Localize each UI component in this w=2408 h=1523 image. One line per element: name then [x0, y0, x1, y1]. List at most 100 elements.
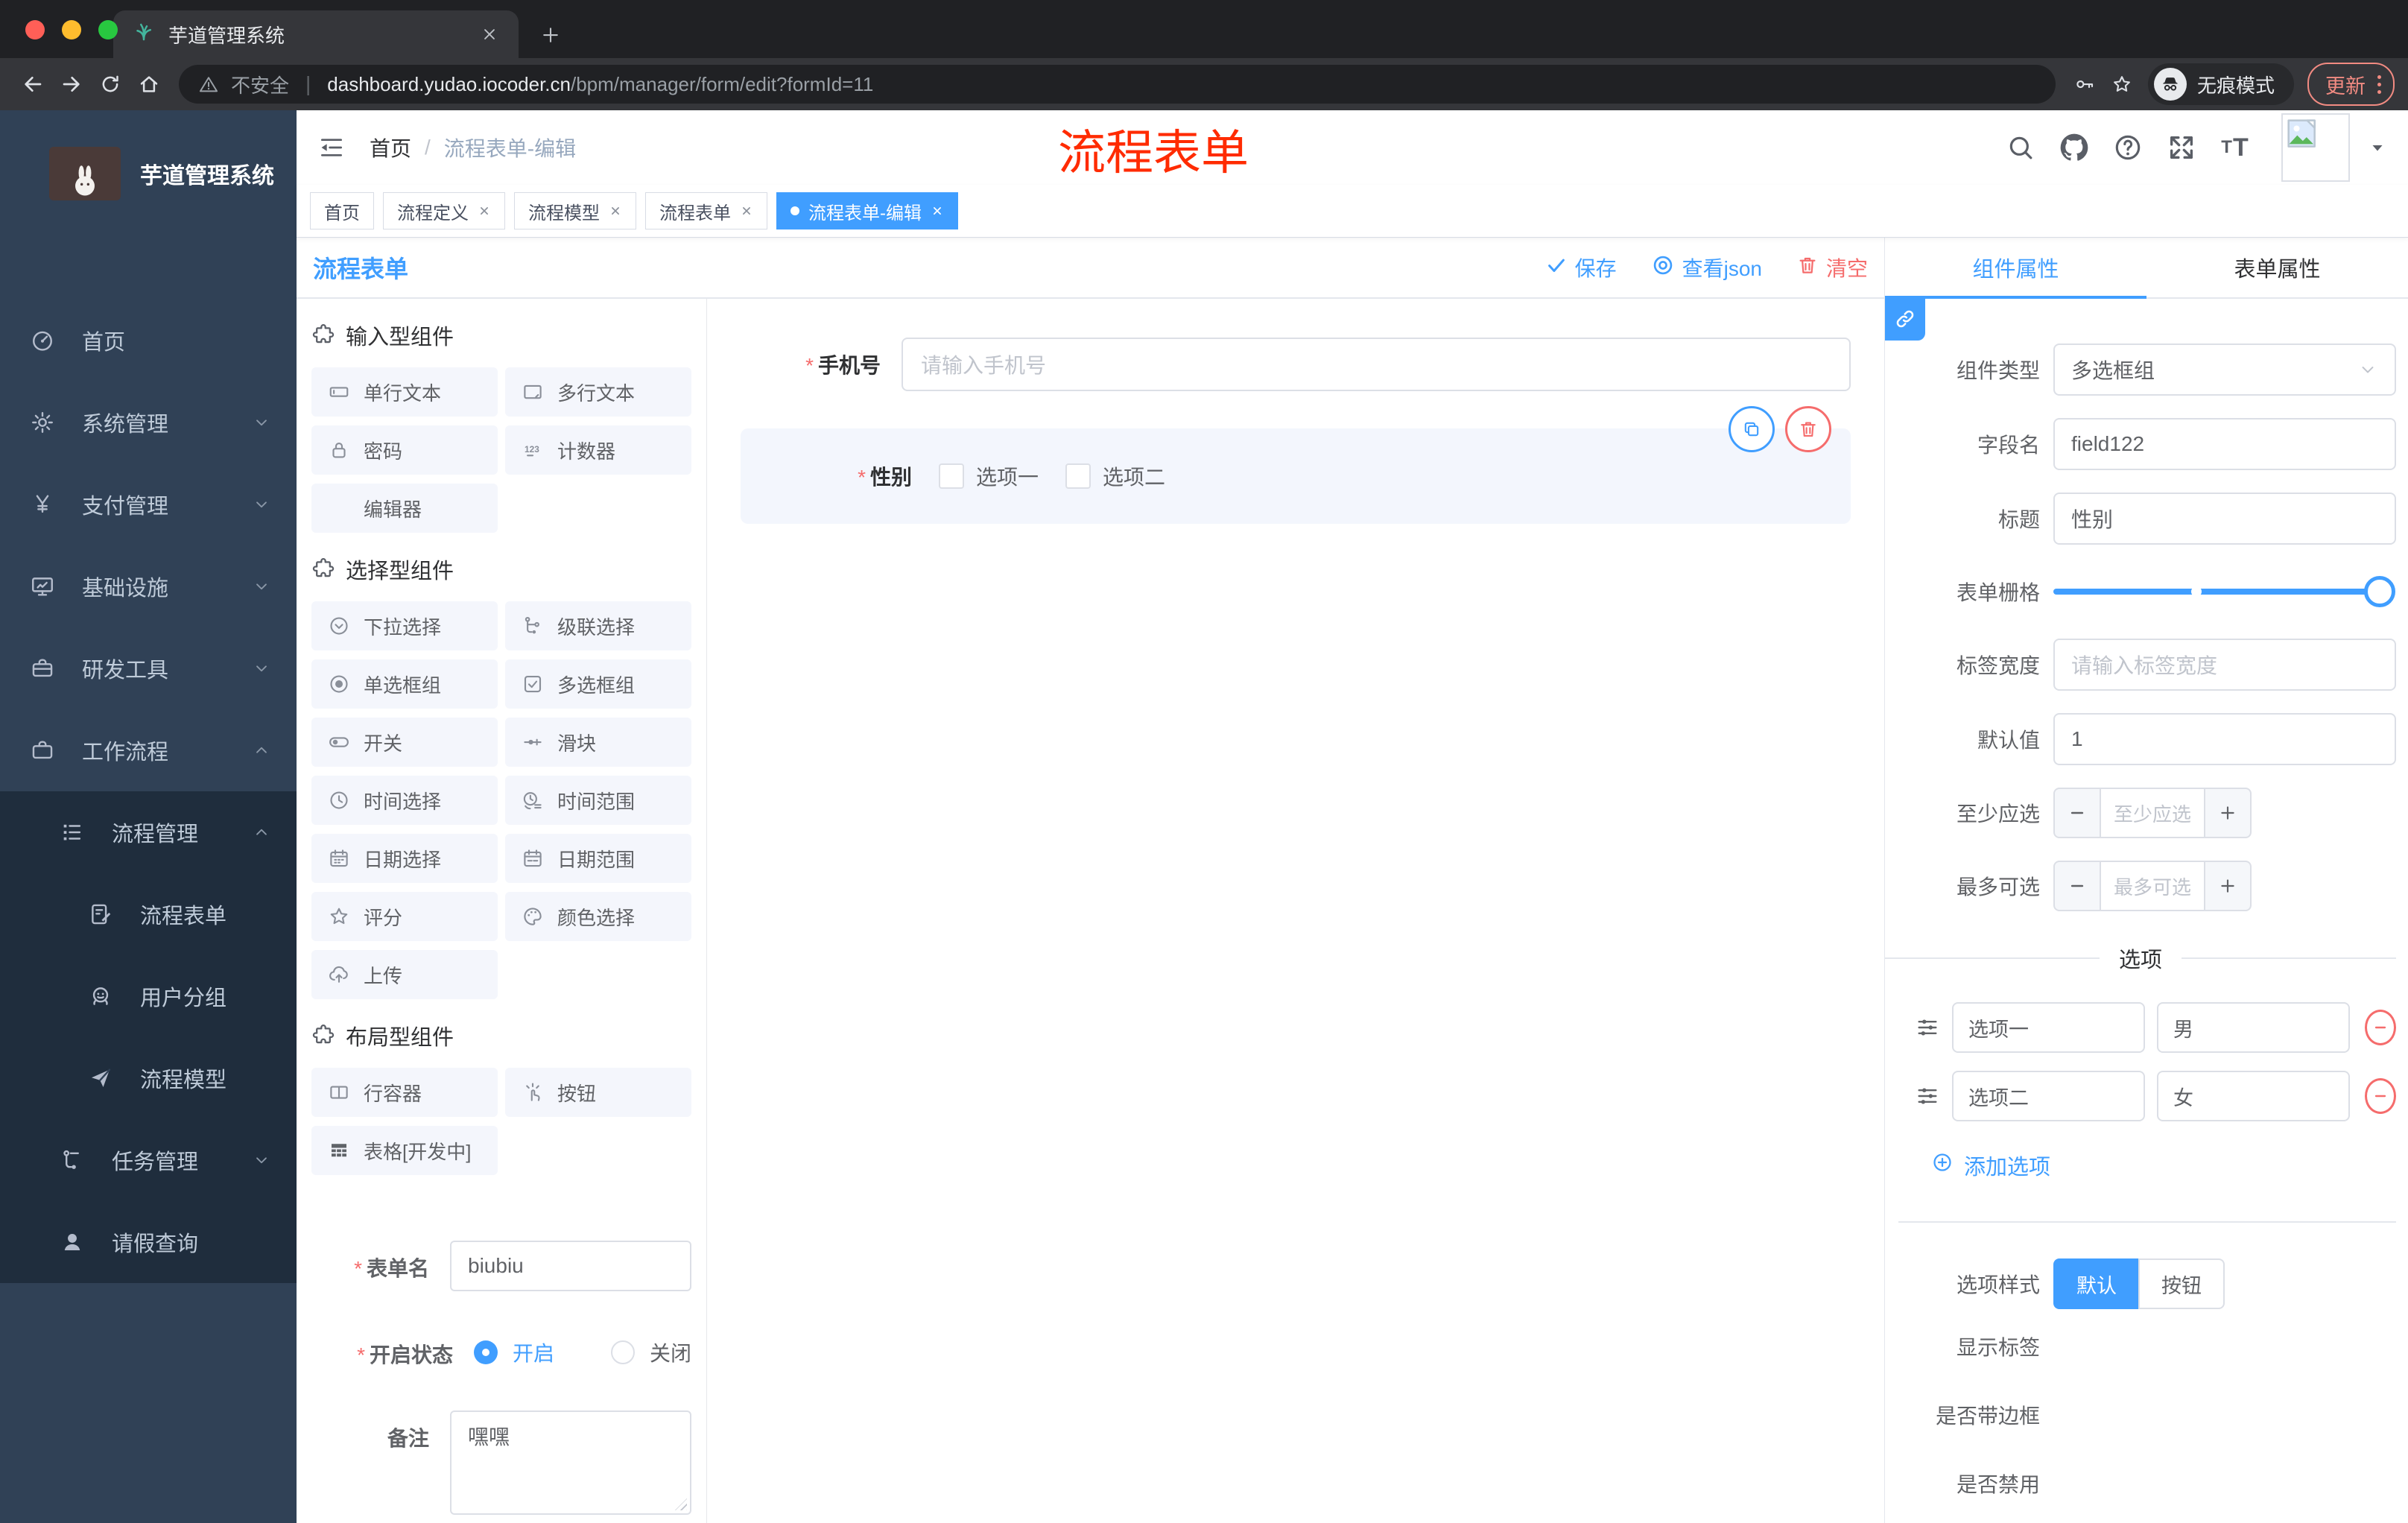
- tag-流程表单-编辑[interactable]: 流程表单-编辑: [776, 192, 958, 229]
- phone-input[interactable]: 请输入手机号: [902, 338, 1851, 391]
- address-bar[interactable]: 不安全 | dashboard.yudao.iocoder.cn/bpm/man…: [179, 65, 2056, 104]
- radio-关闭[interactable]: [611, 1340, 635, 1364]
- link-icon[interactable]: [1885, 297, 1925, 341]
- fullscreen-icon[interactable]: [2164, 130, 2199, 165]
- slider-handle[interactable]: [2364, 576, 2395, 607]
- minimize-window-button[interactable]: [62, 20, 81, 39]
- sidebar-item-基础设施[interactable]: 基础设施: [0, 545, 297, 627]
- sidebar-item-流程表单[interactable]: 流程表单: [0, 873, 297, 955]
- font-size-icon[interactable]: TT: [2217, 130, 2253, 165]
- help-icon[interactable]: [2110, 130, 2146, 165]
- bookmark-star-icon[interactable]: [2103, 66, 2141, 103]
- tab-close-icon[interactable]: [480, 25, 499, 44]
- minus-icon[interactable]: [2055, 862, 2100, 910]
- close-icon[interactable]: [609, 204, 622, 218]
- checkbox-选项一[interactable]: 选项一: [939, 461, 1039, 491]
- view-json-button[interactable]: 查看json: [1651, 253, 1762, 282]
- sidebar-item-工作流程[interactable]: 工作流程: [0, 709, 297, 791]
- update-button[interactable]: 更新: [2307, 63, 2395, 106]
- component-chip-按钮[interactable]: 按钮: [505, 1068, 691, 1117]
- option-name-input[interactable]: 选项一: [1952, 1002, 2145, 1053]
- breadcrumb-home[interactable]: 首页: [370, 133, 411, 162]
- checkbox-box[interactable]: [939, 463, 964, 489]
- remove-option-button[interactable]: [2364, 1078, 2396, 1114]
- sidebar-item-研发工具[interactable]: 研发工具: [0, 627, 297, 709]
- component-chip-编辑器[interactable]: 编辑器: [311, 484, 498, 533]
- tab-component-props[interactable]: 组件属性: [1885, 238, 2146, 297]
- style-option-按钮[interactable]: 按钮: [2138, 1258, 2225, 1309]
- field-name-input[interactable]: field122: [2053, 418, 2396, 470]
- checkbox-box[interactable]: [1065, 463, 1091, 489]
- component-chip-时间范围[interactable]: 时间范围: [505, 776, 691, 825]
- component-chip-滑块[interactable]: 滑块: [505, 718, 691, 767]
- gender-field-selected[interactable]: * 性别 选项一 选项二: [741, 406, 1851, 524]
- max-select-input[interactable]: 最多可选: [2100, 862, 2205, 910]
- component-chip-下拉选择[interactable]: 下拉选择: [311, 601, 498, 650]
- sidebar-item-支付管理[interactable]: 支付管理: [0, 463, 297, 545]
- back-icon[interactable]: [13, 65, 52, 104]
- component-chip-日期选择[interactable]: 日期选择: [311, 834, 498, 883]
- delete-component-button[interactable]: [1785, 406, 1831, 452]
- component-chip-单选框组[interactable]: 单选框组: [311, 659, 498, 709]
- home-icon[interactable]: [130, 65, 168, 104]
- option-name-input[interactable]: 选项二: [1952, 1071, 2145, 1121]
- form-grid-slider[interactable]: [2053, 576, 2395, 607]
- component-chip-表格[开发中][interactable]: 表格[开发中]: [311, 1126, 498, 1175]
- add-option-button[interactable]: 添加选项: [1931, 1150, 2396, 1181]
- sidebar-logo-row[interactable]: 芋道管理系统: [0, 110, 297, 237]
- avatar-caret-down-icon[interactable]: [2368, 138, 2387, 157]
- radio-开启[interactable]: [474, 1340, 498, 1364]
- forward-icon[interactable]: [52, 65, 91, 104]
- security-warning-icon[interactable]: [198, 74, 219, 95]
- close-icon[interactable]: [740, 204, 753, 218]
- component-chip-级联选择[interactable]: 级联选择: [505, 601, 691, 650]
- resize-grip[interactable]: [675, 1498, 687, 1510]
- component-chip-密码[interactable]: 密码: [311, 425, 498, 475]
- component-chip-颜色选择[interactable]: 颜色选择: [505, 892, 691, 941]
- component-chip-行容器[interactable]: 行容器: [311, 1068, 498, 1117]
- search-icon[interactable]: [2003, 130, 2038, 165]
- sidebar-item-请假查询[interactable]: 请假查询: [0, 1201, 297, 1283]
- component-chip-计数器[interactable]: 123 计数器: [505, 425, 691, 475]
- sidebar-item-任务管理[interactable]: 任务管理: [0, 1119, 297, 1201]
- component-chip-评分[interactable]: 评分: [311, 892, 498, 941]
- component-chip-多选框组[interactable]: 多选框组: [505, 659, 691, 709]
- tag-流程表单[interactable]: 流程表单: [645, 192, 767, 229]
- min-select-input[interactable]: 至少应选: [2100, 789, 2205, 837]
- sidebar-item-系统管理[interactable]: 系统管理: [0, 381, 297, 463]
- zoom-window-button[interactable]: [98, 20, 118, 39]
- option-value-input[interactable]: 女: [2156, 1071, 2350, 1121]
- close-icon[interactable]: [478, 204, 491, 218]
- tag-首页[interactable]: 首页: [310, 192, 374, 229]
- option-value-input[interactable]: 男: [2156, 1002, 2350, 1053]
- save-button[interactable]: 保存: [1545, 253, 1617, 282]
- menu-fold-icon[interactable]: [317, 133, 346, 162]
- title-input[interactable]: 性别: [2053, 493, 2396, 545]
- form-remark-textarea[interactable]: 嘿嘿: [450, 1410, 691, 1515]
- component-chip-单行文本[interactable]: 单行文本: [311, 367, 498, 417]
- tag-流程定义[interactable]: 流程定义: [383, 192, 505, 229]
- component-chip-多行文本[interactable]: 多行文本: [505, 367, 691, 417]
- component-chip-上传[interactable]: 上传: [311, 950, 498, 999]
- avatar[interactable]: [2281, 113, 2350, 182]
- component-chip-日期范围[interactable]: 日期范围: [505, 834, 691, 883]
- component-type-select[interactable]: 多选框组: [2053, 343, 2396, 396]
- close-window-button[interactable]: [25, 20, 45, 39]
- github-icon[interactable]: [2056, 130, 2092, 165]
- sidebar-item-流程模型[interactable]: 流程模型: [0, 1037, 297, 1119]
- tag-流程模型[interactable]: 流程模型: [514, 192, 636, 229]
- drag-handle-icon[interactable]: [1915, 1015, 1940, 1040]
- style-option-默认[interactable]: 默认: [2053, 1258, 2138, 1309]
- phone-field-row[interactable]: * 手机号 请输入手机号: [741, 338, 1851, 391]
- drag-handle-icon[interactable]: [1915, 1083, 1940, 1109]
- browser-menu-icon[interactable]: [2377, 75, 2381, 94]
- sidebar-item-用户分组[interactable]: 用户分组: [0, 955, 297, 1037]
- new-tab-button[interactable]: [539, 24, 562, 46]
- browser-tab[interactable]: 芋道管理系统: [113, 10, 519, 58]
- component-chip-时间选择[interactable]: 时间选择: [311, 776, 498, 825]
- component-chip-开关[interactable]: 开关: [311, 718, 498, 767]
- default-value-input[interactable]: 1: [2053, 713, 2396, 765]
- sidebar-item-首页[interactable]: 首页: [0, 300, 297, 381]
- checkbox-选项二[interactable]: 选项二: [1065, 461, 1165, 491]
- remove-option-button[interactable]: [2364, 1010, 2396, 1045]
